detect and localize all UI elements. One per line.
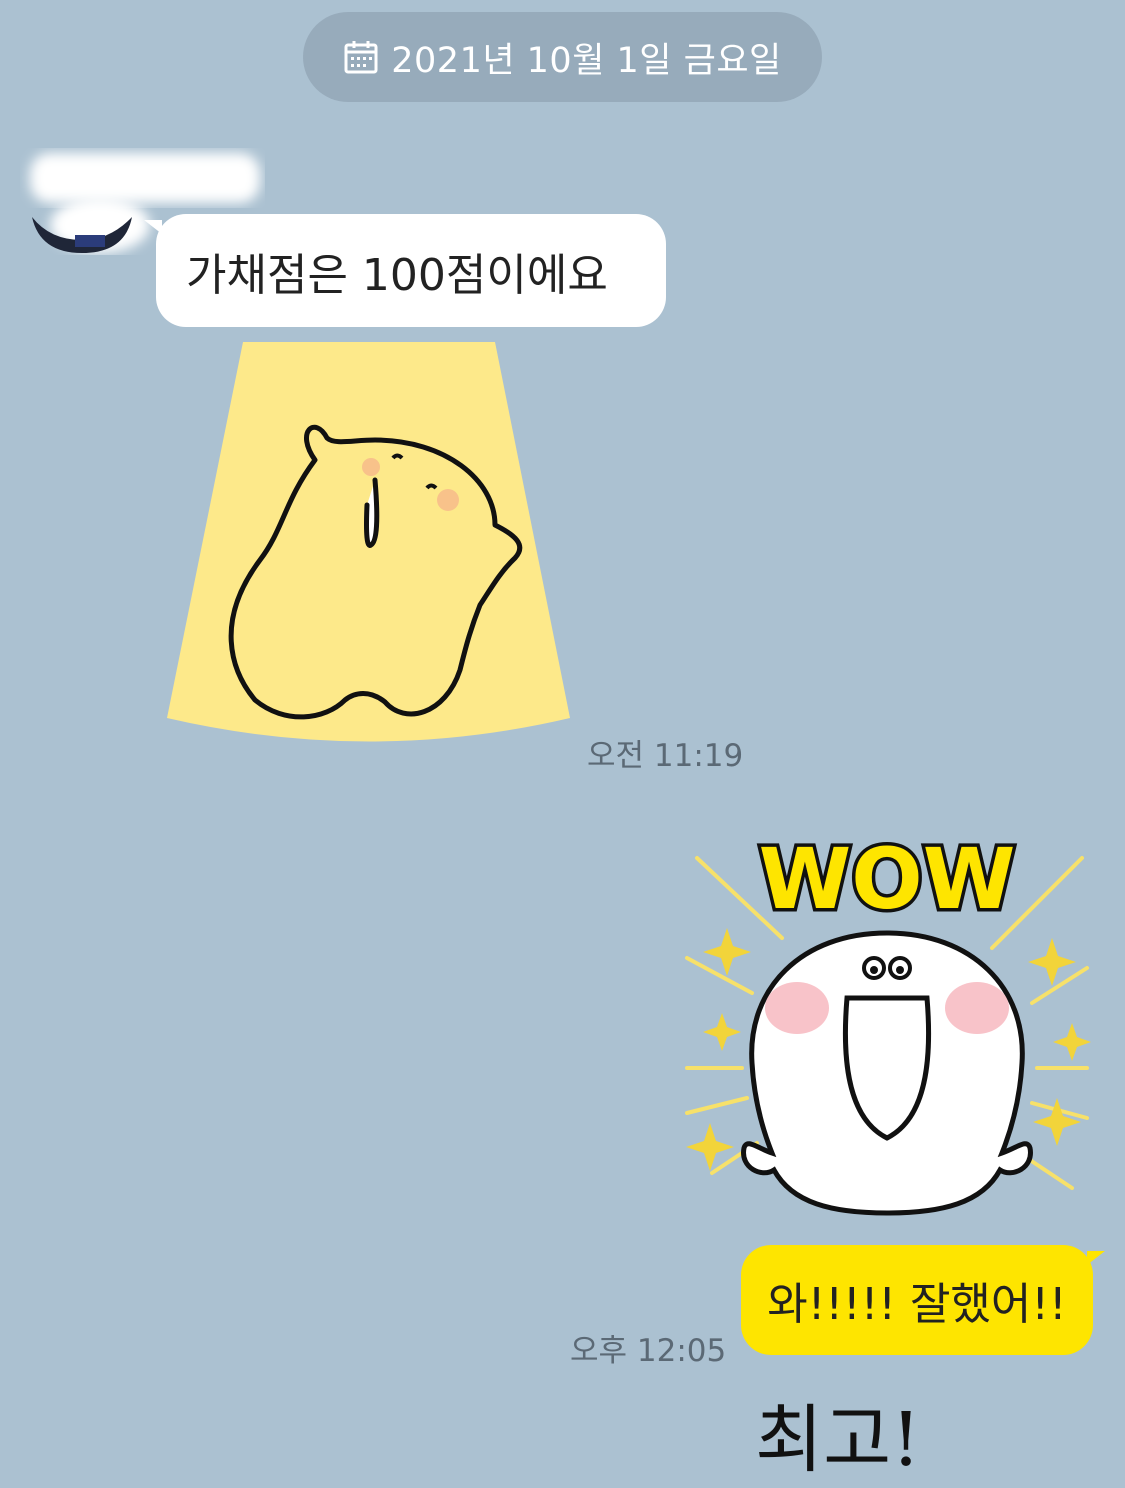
date-label: 2021년 10월 1일 금요일 [391,40,782,81]
wow-sticker[interactable]: WOW [682,818,1092,1218]
calendar-icon [344,41,378,74]
outgoing-message-text: 와!!!!! 잘했어!! [767,1279,1067,1330]
incoming-message-bubble[interactable]: 가채점은 100점이에요 [144,214,666,327]
date-divider: 2021년 10월 1일 금요일 [303,12,822,102]
bubble-tail [1087,1251,1105,1265]
cropped-message-text: 최고! [755,1397,921,1483]
outgoing-message-bubble[interactable]: 와!!!!! 잘했어!! [741,1245,1105,1355]
wow-sticker-text: WOW [759,830,1016,928]
bubble-tail [144,220,162,234]
timestamp: 오전 11:19 [587,738,744,774]
timestamp: 오후 12:05 [570,1333,727,1369]
bear-sticker[interactable] [165,340,575,755]
incoming-message-text: 가채점은 100점이에요 [186,249,608,301]
